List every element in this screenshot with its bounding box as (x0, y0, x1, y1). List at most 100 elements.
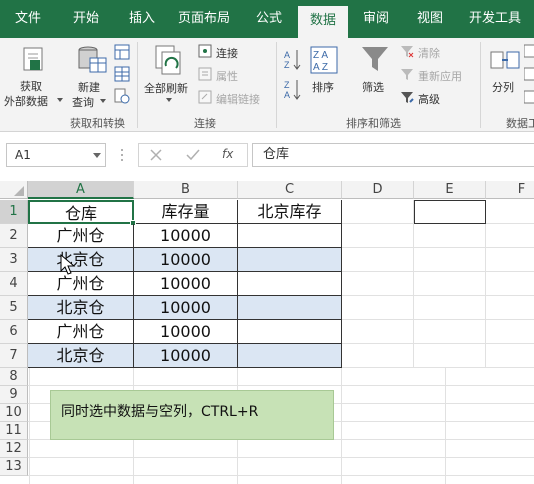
show-queries-icon[interactable] (114, 44, 130, 60)
cell-b1[interactable]: 库存量 (134, 200, 238, 224)
chevron-down-icon (166, 98, 172, 102)
refresh-all-label[interactable]: 全部刷新 (144, 80, 188, 96)
empty-cells-area[interactable] (342, 200, 534, 368)
column-header-a[interactable]: A (28, 181, 134, 199)
column-header-d[interactable]: D (342, 181, 414, 199)
get-external-data-label2[interactable]: 外部数据 (4, 93, 48, 109)
split-columns-button[interactable]: 分列 (492, 79, 514, 95)
advanced-button[interactable]: 高级 (418, 91, 440, 107)
cell-b3[interactable]: 10000 (134, 248, 238, 272)
row-header-1[interactable]: 1 (0, 200, 28, 224)
cell-a5[interactable]: 北京仓 (28, 296, 134, 320)
ribbon-data: 获取 外部数据 新建 查询 获取和转换 全部刷新 连接 属性 编辑链接 连接 A… (0, 38, 534, 132)
cell-e1[interactable] (414, 200, 486, 224)
mouse-cursor-icon (60, 254, 76, 275)
filter-button[interactable]: 筛选 (362, 79, 384, 95)
svg-text:A: A (284, 90, 290, 100)
chevron-down-icon[interactable] (93, 153, 101, 158)
row-header-5[interactable]: 5 (0, 296, 28, 320)
cell-a3[interactable]: 北京仓 (28, 248, 134, 272)
cell-c4[interactable] (238, 272, 342, 296)
formula-input[interactable]: 仓库 (252, 143, 534, 167)
row-header-10[interactable]: 10 (0, 404, 28, 422)
tab-file[interactable]: 文件 (4, 0, 52, 38)
sort-desc-icon[interactable]: ZA (284, 78, 302, 100)
row-header-6[interactable]: 6 (0, 320, 28, 344)
tab-insert[interactable]: 插入 (116, 0, 168, 38)
text-to-columns-icon[interactable] (490, 46, 520, 74)
filter-icon[interactable] (360, 44, 390, 74)
tab-view[interactable]: 视图 (406, 0, 454, 38)
data-validation-icon[interactable] (524, 90, 534, 104)
connections-button[interactable]: 连接 (216, 45, 238, 61)
cell-c3[interactable] (238, 248, 342, 272)
reapply-button[interactable]: 重新应用 (418, 68, 462, 84)
group-data-tools-label: 数据工 (506, 117, 534, 130)
formula-bar: A1 fx 仓库 (0, 132, 534, 178)
get-external-data-label1[interactable]: 获取 (20, 78, 42, 94)
refresh-all-icon[interactable] (154, 44, 186, 76)
new-query-icon[interactable] (76, 44, 108, 76)
from-table-icon[interactable] (114, 66, 130, 82)
cell-b6[interactable]: 10000 (134, 320, 238, 344)
name-box[interactable]: A1 (6, 143, 106, 167)
column-header-f[interactable]: F (486, 181, 534, 199)
cell-c5[interactable] (238, 296, 342, 320)
group-divider (276, 42, 277, 128)
cell-a4[interactable]: 广州仓 (28, 272, 134, 296)
tab-formulas[interactable]: 公式 (244, 0, 294, 38)
cancel-icon[interactable] (150, 149, 162, 161)
tab-developer[interactable]: 开发工具 (462, 0, 528, 38)
row-header-12[interactable]: 12 (0, 440, 28, 458)
tab-home[interactable]: 开始 (60, 0, 112, 38)
remove-duplicates-icon[interactable] (524, 67, 534, 81)
cell-c2[interactable] (238, 224, 342, 248)
cell-a1[interactable]: 仓库 (28, 200, 134, 224)
connections-icon[interactable] (198, 44, 212, 58)
row-header-8[interactable]: 8 (0, 368, 28, 386)
reapply-icon (401, 69, 413, 80)
column-header-b[interactable]: B (134, 181, 238, 199)
cell-b4[interactable]: 10000 (134, 272, 238, 296)
row-header-13[interactable]: 13 (0, 458, 28, 476)
new-query-label2[interactable]: 查询 (72, 94, 94, 110)
row-header-7[interactable]: 7 (0, 344, 28, 368)
tab-review[interactable]: 审阅 (352, 0, 400, 38)
flash-fill-icon[interactable] (524, 44, 534, 58)
tab-data[interactable]: 数据 (298, 6, 348, 38)
column-header-c[interactable]: C (238, 181, 342, 199)
edit-links-button[interactable]: 编辑链接 (216, 91, 260, 107)
advanced-filter-icon[interactable] (400, 90, 414, 104)
row-header-3[interactable]: 3 (0, 248, 28, 272)
grip-dots-icon[interactable] (120, 147, 124, 163)
cell-a6[interactable]: 广州仓 (28, 320, 134, 344)
recent-sources-icon[interactable] (114, 88, 130, 104)
sort-dialog-icon[interactable]: Z AA Z (310, 46, 338, 74)
properties-button[interactable]: 属性 (216, 68, 238, 84)
cell-b5[interactable]: 10000 (134, 296, 238, 320)
get-external-data-icon[interactable] (20, 46, 48, 74)
row-header-4[interactable]: 4 (0, 272, 28, 296)
clear-button[interactable]: 清除 (418, 45, 440, 61)
cell-a7[interactable]: 北京仓 (28, 344, 134, 368)
properties-icon (198, 67, 212, 81)
column-header-e[interactable]: E (414, 181, 486, 199)
cell-a2[interactable]: 广州仓 (28, 224, 134, 248)
svg-text:Z A: Z A (313, 50, 328, 61)
sort-button[interactable]: 排序 (312, 79, 334, 95)
insert-function-button[interactable]: fx (222, 147, 233, 161)
cell-c6[interactable] (238, 320, 342, 344)
select-all-corner[interactable] (0, 181, 28, 199)
cell-b2[interactable]: 10000 (134, 224, 238, 248)
row-header-2[interactable]: 2 (0, 224, 28, 248)
cell-c7[interactable] (238, 344, 342, 368)
cell-c1[interactable]: 北京库存 (238, 200, 342, 224)
new-query-label1[interactable]: 新建 (78, 79, 100, 95)
row-header-9[interactable]: 9 (0, 386, 28, 404)
clear-filter-icon (401, 46, 414, 58)
sort-asc-icon[interactable]: AZ (284, 48, 302, 70)
cell-b7[interactable]: 10000 (134, 344, 238, 368)
tab-page-layout[interactable]: 页面布局 (172, 0, 236, 38)
row-header-11[interactable]: 11 (0, 422, 28, 440)
enter-check-icon[interactable] (186, 149, 200, 161)
